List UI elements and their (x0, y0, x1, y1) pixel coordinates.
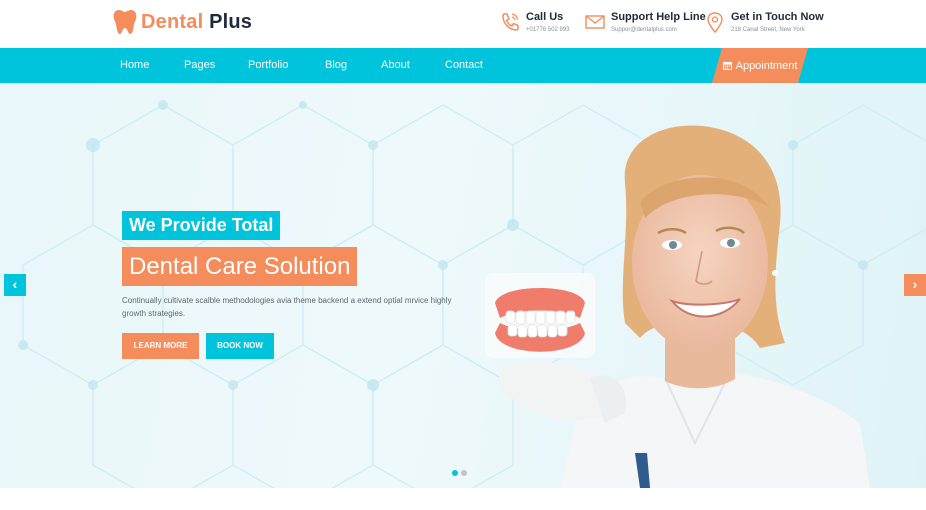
hero-slider: We Provide Total Dental Care Solution Co… (0, 83, 926, 488)
slider-dot[interactable] (461, 470, 467, 476)
calendar-icon (723, 61, 732, 70)
learn-more-button[interactable]: LEARN MORE (122, 333, 199, 359)
contact-call-detail: +01776 502 993 (526, 27, 570, 33)
slider-next-arrow-icon[interactable]: › (904, 274, 926, 296)
contact-call-title: Call Us (526, 11, 564, 23)
tooth-logo-icon (113, 10, 137, 34)
book-now-button[interactable]: BOOK NOW (206, 333, 274, 359)
hero-description: Continually cultivate scalble methodolog… (122, 296, 452, 318)
slider-pagination (452, 470, 470, 476)
appointment-button[interactable]: Appointment (712, 48, 808, 83)
nav-blog[interactable]: Blog (325, 48, 347, 83)
slider-dot-active[interactable] (452, 470, 458, 476)
contact-location-detail: 218 Canal Street, New York (731, 27, 805, 33)
nav-contact[interactable]: Contact (445, 48, 483, 83)
hero-heading-line1: We Provide Total (122, 211, 281, 240)
top-header: Dental Plus Call Us +01776 502 993 Suppo… (0, 0, 926, 48)
brand-name-first: Dental (141, 10, 204, 33)
slider-prev-arrow-icon[interactable]: ‹ (4, 274, 26, 296)
dentist-holding-denture-photo (485, 125, 870, 488)
contact-call: Call Us +01776 502 993 (500, 10, 570, 35)
nav-about[interactable]: About (381, 48, 410, 83)
brand-name: Dental Plus (141, 11, 252, 34)
map-pin-icon (707, 12, 723, 33)
nav-pages[interactable]: Pages (184, 48, 215, 83)
contact-location-title: Get in Touch Now (731, 11, 824, 23)
brand-name-second: Plus (209, 10, 253, 33)
contact-support-title: Support Help Line (611, 11, 706, 23)
contact-location: Get in Touch Now 218 Canal Street, New Y… (705, 10, 824, 35)
appointment-label: Appointment (735, 59, 798, 72)
hero-heading-line2: Dental Care Solution (122, 247, 358, 286)
envelope-icon (585, 15, 605, 29)
contact-support-detail: Suppor@dentalplus.com (611, 27, 677, 33)
nav-home[interactable]: Home (120, 48, 149, 83)
logo[interactable]: Dental Plus (113, 9, 252, 35)
phone-icon (502, 13, 519, 31)
contact-support: Support Help Line Suppor@dentalplus.com (585, 10, 706, 35)
nav-portfolio[interactable]: Portfolio (248, 48, 288, 83)
